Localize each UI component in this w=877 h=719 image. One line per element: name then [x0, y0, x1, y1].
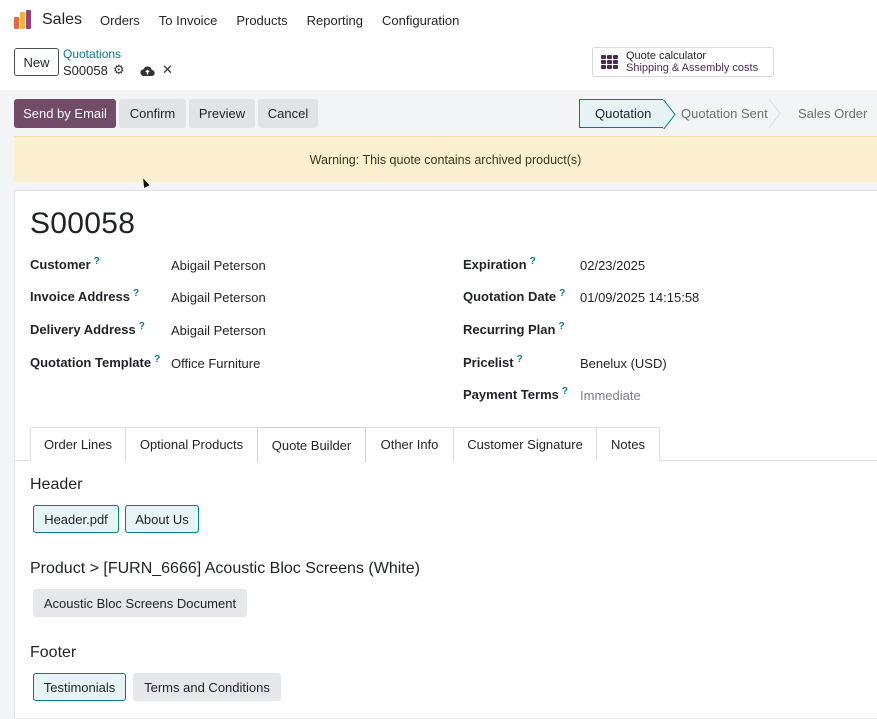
top-navbar: Sales Orders To Invoice Products Reporti…	[0, 0, 877, 40]
expiration-label: Expiration?	[463, 256, 536, 272]
doc-acoustic-bloc-screens[interactable]: Acoustic Bloc Screens Document	[33, 589, 247, 617]
recurring-plan-field[interactable]	[580, 323, 780, 339]
status-bar: Quotation Quotation Sent Sales Order	[579, 99, 877, 129]
payment-terms-field[interactable]: Immediate	[580, 388, 641, 403]
doc-header-pdf[interactable]: Header.pdf	[33, 505, 119, 533]
pricelist-label: Pricelist?	[463, 354, 523, 370]
help-icon[interactable]: ?	[94, 256, 100, 267]
warning-text: Warning: This quote contains archived pr…	[309, 152, 582, 167]
payment-terms-label: Payment Terms?	[463, 386, 568, 402]
doc-testimonials[interactable]: Testimonials	[33, 673, 126, 701]
quotation-template-field[interactable]: Office Furniture	[171, 356, 260, 371]
form-tabs: Order Lines Optional Products Quote Buil…	[15, 427, 877, 462]
nav-orders[interactable]: Orders	[100, 13, 140, 28]
pricelist-field[interactable]: Benelux (USD)	[580, 356, 667, 371]
footer-section-title: Footer	[30, 644, 77, 661]
customer-field[interactable]: Abigail Peterson	[171, 258, 266, 273]
confirm-button[interactable]: Confirm	[119, 99, 186, 128]
doc-terms-and-conditions[interactable]: Terms and Conditions	[133, 673, 281, 701]
help-icon[interactable]: ?	[530, 256, 536, 267]
quotation-template-label: Quotation Template?	[30, 354, 161, 370]
quotation-date-label: Quotation Date?	[463, 288, 566, 304]
tab-quote-builder[interactable]: Quote Builder	[257, 427, 366, 462]
help-icon[interactable]: ?	[154, 354, 160, 365]
tab-other-info[interactable]: Other Info	[365, 427, 454, 461]
breadcrumb-quotations[interactable]: Quotations	[63, 47, 121, 61]
nav-reporting[interactable]: Reporting	[307, 13, 363, 28]
record-name-label: S00058	[63, 62, 108, 78]
invoice-address-field[interactable]: Abigail Peterson	[171, 290, 266, 305]
nav-configuration[interactable]: Configuration	[382, 13, 459, 28]
help-icon[interactable]: ?	[558, 321, 564, 332]
tab-notes[interactable]: Notes	[596, 427, 660, 461]
delivery-address-field[interactable]: Abigail Peterson	[171, 323, 266, 338]
nav-to-invoice[interactable]: To Invoice	[159, 13, 218, 28]
customer-label: Customer?	[30, 256, 100, 272]
recurring-plan-label: Recurring Plan?	[463, 321, 565, 337]
preview-button[interactable]: Preview	[189, 99, 255, 128]
record-title: S00058	[30, 207, 136, 240]
discard-close-icon[interactable]: ✕	[162, 62, 173, 78]
save-cloud-icon[interactable]	[139, 63, 155, 79]
breadcrumb-current: S00058 ⚙	[63, 62, 127, 78]
nav-products[interactable]: Products	[236, 13, 287, 28]
cancel-button[interactable]: Cancel	[258, 99, 318, 128]
sales-app-icon[interactable]	[14, 10, 34, 30]
action-bar: Send by Email Confirm Preview Cancel Quo…	[0, 90, 877, 136]
stage-sales-order[interactable]: Sales Order	[778, 99, 877, 128]
stage-quotation[interactable]: Quotation	[579, 99, 676, 129]
help-icon[interactable]: ?	[133, 288, 139, 299]
delivery-address-label: Delivery Address?	[30, 321, 145, 337]
tab-customer-signature[interactable]: Customer Signature	[453, 427, 597, 461]
quote-calculator-button[interactable]: Quote calculator Shipping & Assembly cos…	[592, 47, 774, 77]
tab-order-lines[interactable]: Order Lines	[30, 427, 126, 461]
archived-product-warning: Warning: This quote contains archived pr…	[14, 136, 877, 182]
stage-quotation-sent[interactable]: Quotation Sent	[663, 99, 781, 128]
invoice-address-label: Invoice Address?	[30, 288, 140, 304]
calculator-subtitle: Shipping & Assembly costs	[626, 62, 759, 74]
header-section-title: Header	[30, 476, 83, 493]
gear-icon[interactable]: ⚙	[111, 62, 127, 78]
calculator-title: Quote calculator	[626, 50, 707, 62]
new-button[interactable]: New	[14, 48, 59, 76]
form-sheet: S00058 Customer? Abigail Peterson Invoic…	[14, 190, 877, 719]
help-icon[interactable]: ?	[559, 288, 565, 299]
expiration-field[interactable]: 02/23/2025	[580, 258, 645, 273]
help-icon[interactable]: ?	[562, 386, 568, 397]
quotation-date-field[interactable]: 01/09/2025 14:15:58	[580, 290, 699, 305]
tab-optional-products[interactable]: Optional Products	[125, 427, 258, 461]
help-icon[interactable]: ?	[139, 321, 145, 332]
doc-about-us[interactable]: About Us	[125, 505, 199, 533]
grid-icon	[601, 55, 619, 69]
send-by-email-button[interactable]: Send by Email	[14, 99, 116, 128]
product-section-title: Product > [FURN_6666] Acoustic Bloc Scre…	[30, 560, 420, 577]
help-icon[interactable]: ?	[517, 354, 523, 365]
app-name[interactable]: Sales	[42, 11, 82, 29]
control-panel: New Quotations S00058 ⚙ ✕ Quote calculat…	[0, 40, 877, 90]
